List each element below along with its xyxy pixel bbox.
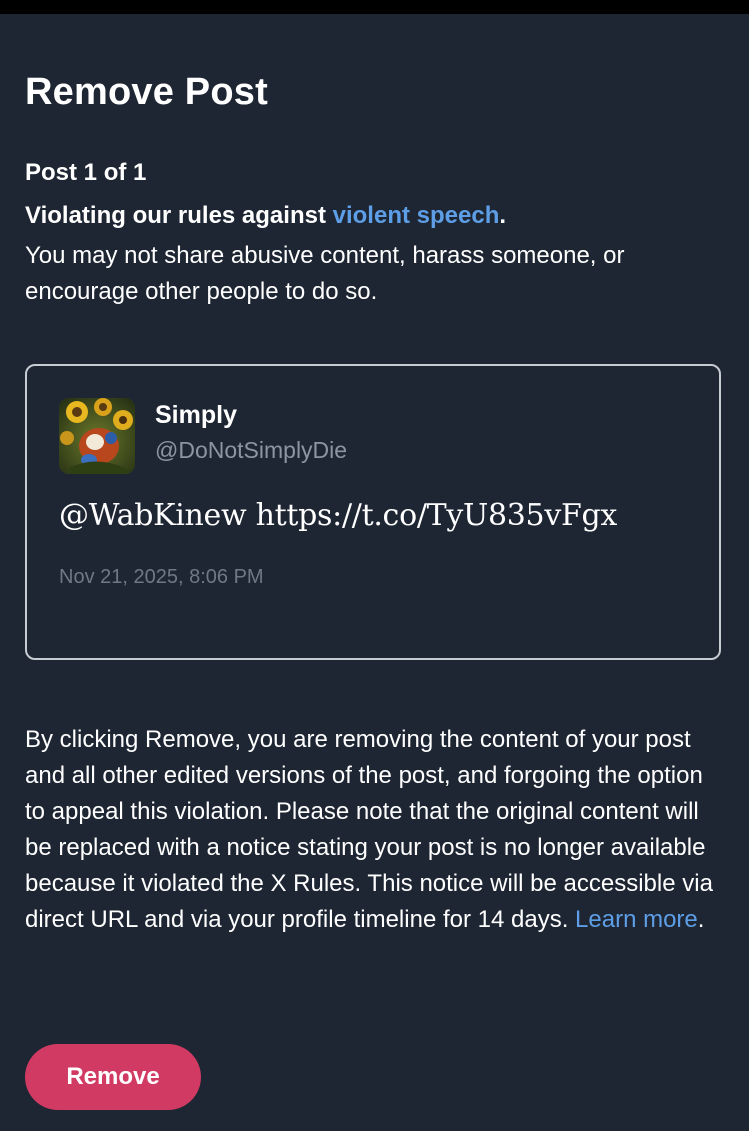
post-count: Post 1 of 1: [25, 159, 147, 186]
disclaimer-suffix: .: [697, 906, 705, 933]
sunflower-avatar-icon: [59, 398, 135, 474]
violation-suffix: .: [499, 202, 507, 229]
violent-speech-link[interactable]: violent speech: [333, 202, 500, 229]
page-title: Remove Post: [25, 71, 268, 113]
post-text: @WabKinew https://t.co/TyU835vFgx: [59, 498, 618, 533]
author-name: Simply: [155, 401, 237, 429]
post-timestamp: Nov 21, 2025, 8:06 PM: [59, 566, 264, 588]
disclaimer-text: By clicking Remove, you are removing the…: [25, 726, 713, 933]
post-card: Simply @DoNotSimplyDie @WabKinew https:/…: [25, 364, 721, 660]
removal-disclaimer: By clicking Remove, you are removing the…: [25, 722, 725, 938]
rule-description: You may not share abusive content, haras…: [25, 242, 625, 305]
remove-button[interactable]: Remove: [25, 1044, 201, 1110]
author-handle: @DoNotSimplyDie: [155, 437, 348, 463]
learn-more-link[interactable]: Learn more: [575, 906, 698, 933]
violation-prefix: Violating our rules against: [25, 202, 333, 229]
violation-heading: Violating our rules against violent spee…: [25, 201, 506, 231]
top-status-strip: [0, 0, 749, 14]
